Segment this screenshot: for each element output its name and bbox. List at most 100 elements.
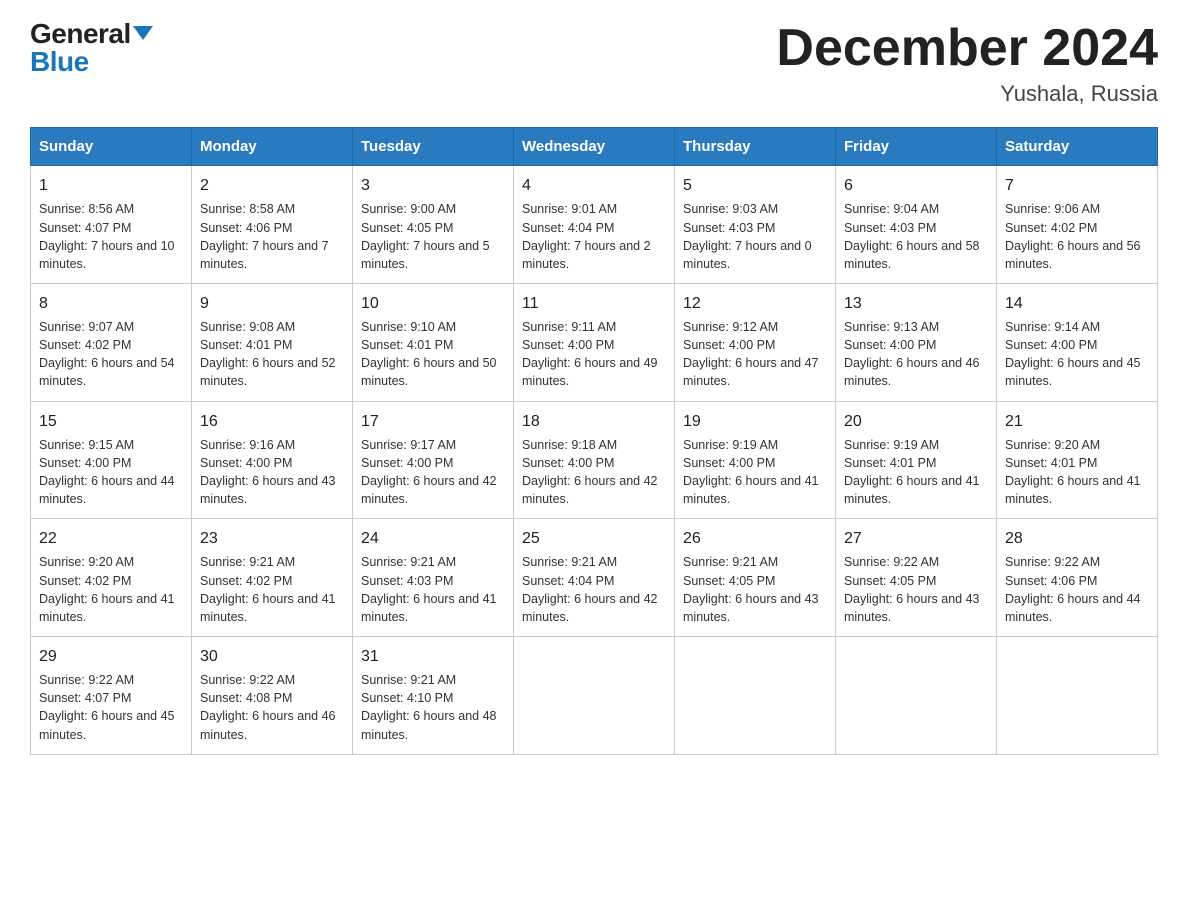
calendar-cell: 23Sunrise: 9:21 AMSunset: 4:02 PMDayligh… <box>192 519 353 637</box>
calendar-cell: 22Sunrise: 9:20 AMSunset: 4:02 PMDayligh… <box>31 519 192 637</box>
daylight-text: Daylight: 6 hours and 45 minutes. <box>39 709 175 741</box>
page-header: General Blue December 2024 Yushala, Russ… <box>30 20 1158 107</box>
day-number: 12 <box>683 292 827 315</box>
sunrise-text: Sunrise: 9:19 AM <box>844 438 939 452</box>
daylight-text: Daylight: 6 hours and 43 minutes. <box>683 592 819 624</box>
calendar-cell: 12Sunrise: 9:12 AMSunset: 4:00 PMDayligh… <box>675 283 836 401</box>
header-tuesday: Tuesday <box>353 128 514 166</box>
day-number: 24 <box>361 527 505 550</box>
sunrise-text: Sunrise: 9:21 AM <box>683 555 778 569</box>
daylight-text: Daylight: 6 hours and 44 minutes. <box>1005 592 1141 624</box>
week-row-1: 1Sunrise: 8:56 AMSunset: 4:07 PMDaylight… <box>31 166 1158 284</box>
sunrise-text: Sunrise: 9:03 AM <box>683 202 778 216</box>
sunrise-text: Sunrise: 9:21 AM <box>200 555 295 569</box>
sunset-text: Sunset: 4:04 PM <box>522 221 614 235</box>
sunset-text: Sunset: 4:00 PM <box>522 338 614 352</box>
calendar-cell: 11Sunrise: 9:11 AMSunset: 4:00 PMDayligh… <box>514 283 675 401</box>
daylight-text: Daylight: 6 hours and 47 minutes. <box>683 356 819 388</box>
sunset-text: Sunset: 4:01 PM <box>361 338 453 352</box>
calendar-cell: 2Sunrise: 8:58 AMSunset: 4:06 PMDaylight… <box>192 166 353 284</box>
daylight-text: Daylight: 6 hours and 43 minutes. <box>844 592 980 624</box>
calendar-cell: 3Sunrise: 9:00 AMSunset: 4:05 PMDaylight… <box>353 166 514 284</box>
calendar-cell: 8Sunrise: 9:07 AMSunset: 4:02 PMDaylight… <box>31 283 192 401</box>
sunset-text: Sunset: 4:08 PM <box>200 691 292 705</box>
calendar-cell <box>514 636 675 754</box>
sunset-text: Sunset: 4:03 PM <box>361 574 453 588</box>
day-number: 3 <box>361 174 505 197</box>
daylight-text: Daylight: 6 hours and 41 minutes. <box>683 474 819 506</box>
sunrise-text: Sunrise: 9:22 AM <box>39 673 134 687</box>
sunset-text: Sunset: 4:00 PM <box>683 456 775 470</box>
sunset-text: Sunset: 4:01 PM <box>200 338 292 352</box>
sunrise-text: Sunrise: 9:14 AM <box>1005 320 1100 334</box>
week-row-3: 15Sunrise: 9:15 AMSunset: 4:00 PMDayligh… <box>31 401 1158 519</box>
daylight-text: Daylight: 6 hours and 46 minutes. <box>200 709 336 741</box>
calendar-cell: 26Sunrise: 9:21 AMSunset: 4:05 PMDayligh… <box>675 519 836 637</box>
sunrise-text: Sunrise: 8:58 AM <box>200 202 295 216</box>
week-row-4: 22Sunrise: 9:20 AMSunset: 4:02 PMDayligh… <box>31 519 1158 637</box>
daylight-text: Daylight: 7 hours and 10 minutes. <box>39 239 175 271</box>
daylight-text: Daylight: 6 hours and 45 minutes. <box>1005 356 1141 388</box>
calendar-cell: 4Sunrise: 9:01 AMSunset: 4:04 PMDaylight… <box>514 166 675 284</box>
daylight-text: Daylight: 6 hours and 48 minutes. <box>361 709 497 741</box>
daylight-text: Daylight: 6 hours and 43 minutes. <box>200 474 336 506</box>
sunset-text: Sunset: 4:00 PM <box>1005 338 1097 352</box>
day-number: 31 <box>361 645 505 668</box>
sunset-text: Sunset: 4:05 PM <box>361 221 453 235</box>
sunset-text: Sunset: 4:06 PM <box>1005 574 1097 588</box>
daylight-text: Daylight: 6 hours and 42 minutes. <box>522 474 658 506</box>
sunset-text: Sunset: 4:07 PM <box>39 221 131 235</box>
day-number: 13 <box>844 292 988 315</box>
weekday-header-row: Sunday Monday Tuesday Wednesday Thursday… <box>31 128 1158 166</box>
day-number: 28 <box>1005 527 1149 550</box>
title-area: December 2024 Yushala, Russia <box>776 20 1158 107</box>
sunrise-text: Sunrise: 8:56 AM <box>39 202 134 216</box>
calendar-cell: 7Sunrise: 9:06 AMSunset: 4:02 PMDaylight… <box>997 166 1158 284</box>
calendar-cell: 24Sunrise: 9:21 AMSunset: 4:03 PMDayligh… <box>353 519 514 637</box>
daylight-text: Daylight: 6 hours and 49 minutes. <box>522 356 658 388</box>
sunrise-text: Sunrise: 9:20 AM <box>39 555 134 569</box>
sunrise-text: Sunrise: 9:10 AM <box>361 320 456 334</box>
calendar-cell: 27Sunrise: 9:22 AMSunset: 4:05 PMDayligh… <box>836 519 997 637</box>
calendar-cell: 10Sunrise: 9:10 AMSunset: 4:01 PMDayligh… <box>353 283 514 401</box>
sunrise-text: Sunrise: 9:00 AM <box>361 202 456 216</box>
sunset-text: Sunset: 4:07 PM <box>39 691 131 705</box>
calendar-cell: 16Sunrise: 9:16 AMSunset: 4:00 PMDayligh… <box>192 401 353 519</box>
sunset-text: Sunset: 4:02 PM <box>39 574 131 588</box>
sunrise-text: Sunrise: 9:07 AM <box>39 320 134 334</box>
sunset-text: Sunset: 4:00 PM <box>361 456 453 470</box>
sunset-text: Sunset: 4:10 PM <box>361 691 453 705</box>
sunset-text: Sunset: 4:06 PM <box>200 221 292 235</box>
daylight-text: Daylight: 6 hours and 50 minutes. <box>361 356 497 388</box>
daylight-text: Daylight: 6 hours and 56 minutes. <box>1005 239 1141 271</box>
sunrise-text: Sunrise: 9:16 AM <box>200 438 295 452</box>
daylight-text: Daylight: 6 hours and 58 minutes. <box>844 239 980 271</box>
logo-triangle-icon <box>133 26 153 40</box>
day-number: 17 <box>361 410 505 433</box>
calendar-cell: 20Sunrise: 9:19 AMSunset: 4:01 PMDayligh… <box>836 401 997 519</box>
sunrise-text: Sunrise: 9:17 AM <box>361 438 456 452</box>
sunset-text: Sunset: 4:00 PM <box>844 338 936 352</box>
day-number: 4 <box>522 174 666 197</box>
header-thursday: Thursday <box>675 128 836 166</box>
daylight-text: Daylight: 6 hours and 41 minutes. <box>39 592 175 624</box>
day-number: 15 <box>39 410 183 433</box>
logo-general-text: General <box>30 20 131 48</box>
calendar-cell: 6Sunrise: 9:04 AMSunset: 4:03 PMDaylight… <box>836 166 997 284</box>
calendar-cell: 13Sunrise: 9:13 AMSunset: 4:00 PMDayligh… <box>836 283 997 401</box>
calendar-cell: 29Sunrise: 9:22 AMSunset: 4:07 PMDayligh… <box>31 636 192 754</box>
daylight-text: Daylight: 6 hours and 41 minutes. <box>1005 474 1141 506</box>
calendar-cell: 18Sunrise: 9:18 AMSunset: 4:00 PMDayligh… <box>514 401 675 519</box>
header-saturday: Saturday <box>997 128 1158 166</box>
sunset-text: Sunset: 4:03 PM <box>683 221 775 235</box>
sunset-text: Sunset: 4:00 PM <box>39 456 131 470</box>
sunrise-text: Sunrise: 9:19 AM <box>683 438 778 452</box>
calendar-cell <box>997 636 1158 754</box>
sunrise-text: Sunrise: 9:01 AM <box>522 202 617 216</box>
location-label: Yushala, Russia <box>776 81 1158 107</box>
calendar-cell: 19Sunrise: 9:19 AMSunset: 4:00 PMDayligh… <box>675 401 836 519</box>
sunset-text: Sunset: 4:01 PM <box>1005 456 1097 470</box>
day-number: 6 <box>844 174 988 197</box>
calendar-cell: 25Sunrise: 9:21 AMSunset: 4:04 PMDayligh… <box>514 519 675 637</box>
calendar-cell: 31Sunrise: 9:21 AMSunset: 4:10 PMDayligh… <box>353 636 514 754</box>
